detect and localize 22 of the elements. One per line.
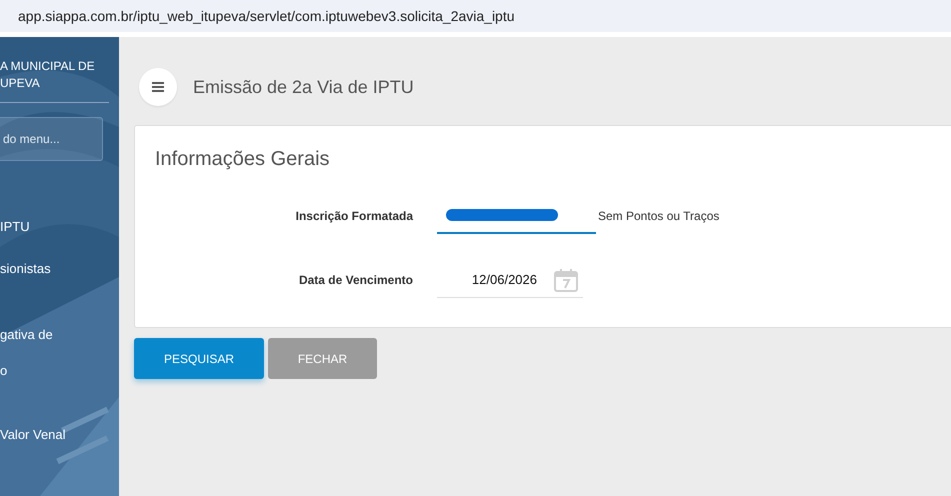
date-value: 12/06/2026 — [472, 272, 537, 287]
menu-search-field[interactable]: do menu... — [0, 117, 103, 161]
url-text: app.siappa.com.br/iptu_web_itupeva/servlet/com.iptuwebev3.solicita_2avia_iptu — [18, 8, 515, 24]
section-title: Informações Gerais — [155, 148, 331, 171]
search-button[interactable]: PESQUISAR — [134, 338, 264, 379]
sidebar-item[interactable]: Valor Venal — [0, 427, 119, 443]
sidebar-item[interactable]: o — [0, 363, 119, 379]
sidebar-item[interactable]: gativa de — [0, 327, 119, 343]
sidebar-item[interactable]: sionistas — [0, 261, 119, 277]
menu-button[interactable] — [139, 68, 177, 106]
page-title: Emissão de 2a Via de IPTU — [193, 76, 414, 98]
menu-icon — [152, 82, 164, 92]
sidebar-title: A MUNICIPAL DE — [0, 58, 96, 75]
field-label: Data de Vencimento — [298, 273, 414, 287]
calendar-icon — [554, 268, 578, 292]
address-bar[interactable]: app.siappa.com.br/iptu_web_itupeva/servlet/com.iptuwebev3.solicita_2avia_iptu — [0, 0, 951, 37]
field-label: Inscrição Formatada — [294, 209, 414, 223]
sidebar-title: UPEVA — [0, 75, 41, 92]
date-field[interactable]: 12/06/2026 — [437, 262, 583, 298]
close-button[interactable]: FECHAR — [268, 338, 377, 379]
field-hint: Sem Pontos ou Traços — [597, 209, 720, 223]
sidebar-item[interactable]: IPTU — [0, 219, 119, 235]
